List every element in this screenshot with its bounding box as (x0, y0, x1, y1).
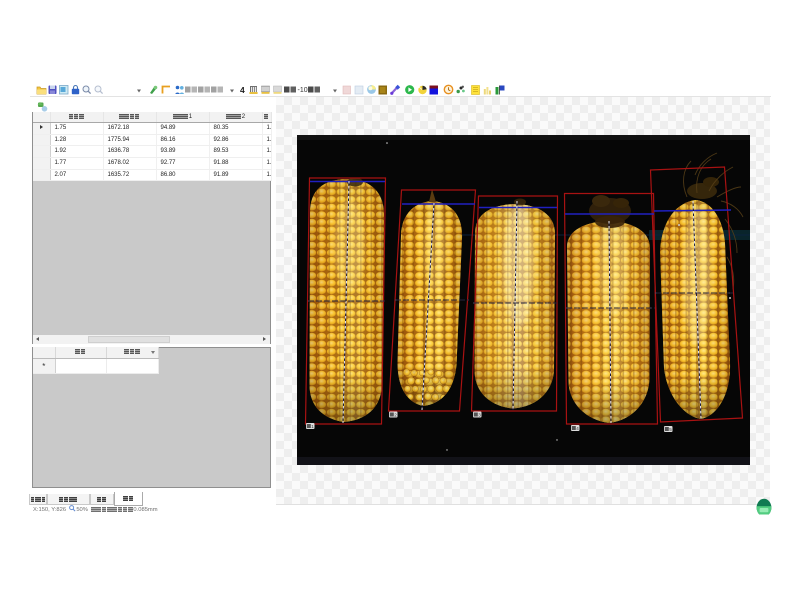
svg-text:-10: -10 (298, 87, 308, 94)
svg-text:4: 4 (240, 85, 245, 95)
